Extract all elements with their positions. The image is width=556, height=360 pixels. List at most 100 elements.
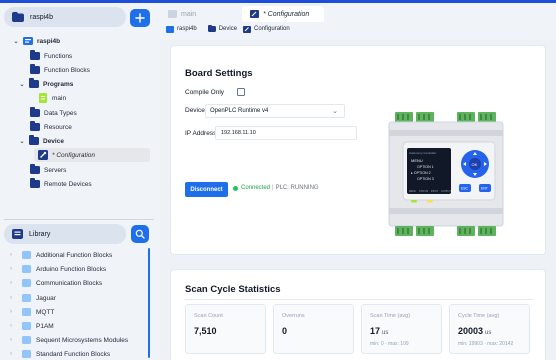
folder-icon: [22, 336, 31, 344]
plc-ok-key: OK: [472, 162, 478, 167]
chevron-down-icon[interactable]: ⌄: [18, 138, 26, 145]
folder-icon: [30, 121, 40, 131]
library-item-label: Communication Blocks: [36, 279, 103, 287]
compile-only-checkbox[interactable]: [237, 88, 245, 96]
disconnect-label: Disconnect: [190, 186, 223, 193]
ip-address-input[interactable]: 192.168.11.10: [215, 126, 357, 140]
plc-screen-menu-key: MENU: [409, 190, 416, 193]
library-item[interactable]: › Standard Function Blocks: [10, 347, 110, 360]
stat-unit: us: [382, 330, 389, 336]
panel-divider[interactable]: [4, 219, 154, 220]
stat-number: 20003: [458, 326, 484, 336]
tree-item-servers[interactable]: Servers: [30, 163, 66, 177]
folder-icon: [22, 294, 31, 302]
breadcrumb-item[interactable]: Device: [207, 24, 237, 32]
library-search-button[interactable]: [131, 225, 149, 243]
stat-number: 17: [370, 326, 381, 336]
chevron-down-icon[interactable]: ⌄: [12, 38, 20, 45]
folder-icon: [30, 50, 40, 60]
tree-item-function-blocks[interactable]: Function Blocks: [30, 63, 90, 77]
library-item[interactable]: › Additional Function Blocks: [10, 248, 112, 262]
add-button[interactable]: [130, 9, 150, 27]
tree-item-label: raspi4b: [37, 37, 61, 45]
tree-item-device[interactable]: ⌄ Device: [18, 134, 64, 148]
chevron-right-icon[interactable]: ›: [10, 309, 18, 315]
breadcrumb-item[interactable]: raspi4b: [166, 25, 197, 33]
plc-screen-menu: MENU: [411, 158, 423, 163]
stat-label: Cycle Time (avg): [458, 313, 500, 319]
tree-item-resource[interactable]: Resource: [30, 120, 72, 134]
disconnect-button[interactable]: Disconnect: [185, 182, 228, 197]
folder-icon: [29, 78, 39, 88]
editor-content: Board Settings Compile Only Device OpenP…: [160, 40, 556, 360]
breadcrumb-item[interactable]: Configuration: [243, 25, 290, 33]
library-item[interactable]: › Jaguar: [10, 291, 56, 305]
tab-configuration[interactable]: * Configuration: [242, 6, 324, 22]
tree-item-label: Device: [43, 137, 64, 145]
tree-item-configuration[interactable]: * Configuration: [34, 148, 150, 162]
chevron-right-icon[interactable]: ›: [10, 323, 18, 329]
library-item[interactable]: › MQTT: [10, 305, 54, 319]
folder-icon: [22, 308, 31, 316]
chevron-right-icon[interactable]: ›: [10, 295, 18, 301]
tree-item-main[interactable]: main: [38, 91, 66, 105]
library-item-label: Jaguar: [36, 294, 56, 302]
plc-screen-option: ▸ OPTION 2: [411, 171, 431, 175]
plc-screen-status-key: STATUS: [419, 190, 428, 193]
tree-item-data-types[interactable]: Data Types: [30, 106, 77, 120]
plc-screen-header: Autonomy Controller: [409, 151, 436, 155]
plc-status-label: PLC: RUNNING: [275, 185, 319, 191]
tree-item-label: Servers: [44, 166, 67, 174]
plc-screen-option: OPTION 1: [417, 165, 434, 169]
chevron-right-icon[interactable]: ›: [10, 252, 18, 258]
stat-label: Overruns: [282, 313, 305, 319]
library-item[interactable]: › P1AM: [10, 319, 54, 333]
library-item[interactable]: › Sequent Microsystems Modules: [10, 333, 128, 347]
project-header[interactable]: raspi4b: [4, 7, 126, 27]
chevron-right-icon[interactable]: ›: [10, 337, 18, 343]
chevron-right-icon[interactable]: ›: [10, 351, 18, 357]
scan-cycle-card: Scan Cycle Statistics Scan Count 7,510 O…: [170, 269, 546, 360]
breadcrumb-label: Configuration: [254, 26, 290, 32]
plc-esc-key: ESC: [461, 187, 469, 191]
stat-label: Scan Time (avg): [370, 313, 411, 319]
device-select[interactable]: OpenPLC Runtime v4 ⌄: [205, 104, 345, 118]
connection-status: Connected | PLC: RUNNING: [233, 185, 319, 191]
library-icon: [12, 229, 23, 239]
library-scrollbar[interactable]: [148, 248, 150, 358]
chevron-right-icon[interactable]: ›: [10, 280, 18, 286]
library-item[interactable]: › Communication Blocks: [10, 276, 102, 290]
stat-value: 0: [282, 326, 287, 336]
window-top-border: [0, 0, 556, 3]
program-file-icon: [168, 10, 177, 18]
tree-item-label: Remote Devices: [44, 180, 92, 188]
plc-screen-input-key: INPUT: [431, 190, 439, 193]
folder-icon: [22, 350, 31, 358]
library-item-label: P1AM: [36, 322, 54, 330]
folder-icon: [29, 135, 39, 145]
tree-item-programs[interactable]: ⌄ Programs: [18, 77, 73, 91]
library-header[interactable]: Library: [4, 224, 126, 244]
folder-icon: [12, 12, 24, 22]
tree-item-label: Resource: [44, 123, 72, 131]
plc-icon: [23, 37, 33, 45]
library-item[interactable]: › Arduino Function Blocks: [10, 262, 106, 276]
search-icon: [135, 229, 145, 239]
plus-icon: [135, 13, 145, 23]
config-icon: [38, 150, 48, 160]
tree-item-remote-devices[interactable]: Remote Devices: [30, 177, 92, 191]
tab-main[interactable]: main: [160, 6, 236, 22]
device-select-value: OpenPLC Runtime v4: [210, 108, 269, 114]
chevron-right-icon[interactable]: ›: [10, 266, 18, 272]
folder-icon: [30, 178, 40, 188]
project-name: raspi4b: [30, 13, 53, 21]
plc-device-image: Autonomy Controller MENU OPTION 1 ▸ OPTI…: [388, 112, 504, 236]
ip-address-value: 192.168.11.10: [221, 130, 256, 136]
chevron-down-icon[interactable]: ⌄: [18, 81, 26, 88]
tree-item-label: main: [52, 94, 67, 102]
library-item-label: Additional Function Blocks: [36, 251, 113, 259]
tree-item-raspi4b[interactable]: ⌄ raspi4b: [12, 34, 60, 48]
tree-item-functions[interactable]: Functions: [30, 49, 72, 63]
plc-screen-output-key: OUTPUT: [441, 190, 451, 193]
folder-icon: [22, 279, 31, 287]
